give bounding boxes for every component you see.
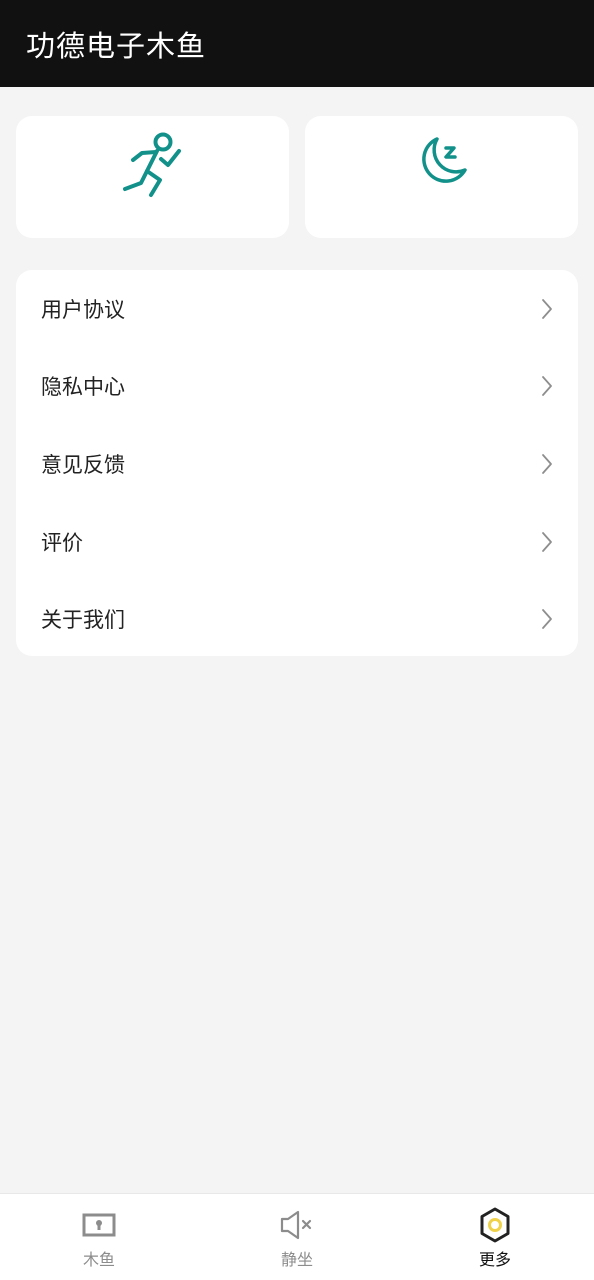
tab-label: 静坐 bbox=[280, 1250, 313, 1269]
speaker-mute-icon bbox=[280, 1210, 312, 1240]
menu-item-label: 用户协议 bbox=[41, 297, 125, 322]
tab-meditation[interactable]: 静坐 bbox=[198, 1194, 396, 1280]
menu-item-rate[interactable]: 评价 bbox=[16, 503, 578, 581]
menu-item-user-agreement[interactable]: 用户协议 bbox=[16, 270, 578, 348]
menu-item-label: 隐私中心 bbox=[41, 375, 125, 400]
settings-menu: 用户协议 隐私中心 意见反馈 评价 关于我们 bbox=[16, 270, 578, 656]
menu-item-label: 意见反馈 bbox=[41, 452, 125, 477]
menu-item-privacy-center[interactable]: 隐私中心 bbox=[16, 348, 578, 426]
page-title: 功德电子木鱼 bbox=[26, 28, 207, 63]
tab-more[interactable]: 更多 bbox=[396, 1194, 594, 1280]
chevron-right-icon bbox=[542, 531, 552, 552]
chevron-right-icon bbox=[542, 376, 552, 397]
menu-item-feedback[interactable]: 意见反馈 bbox=[16, 425, 578, 503]
sleep-moon-icon bbox=[421, 137, 467, 183]
chevron-right-icon bbox=[542, 298, 552, 319]
running-mode-card[interactable] bbox=[16, 116, 289, 238]
hexagon-more-icon bbox=[480, 1207, 510, 1243]
chevron-right-icon bbox=[542, 609, 552, 630]
menu-item-label: 评价 bbox=[41, 530, 83, 555]
chevron-right-icon bbox=[542, 454, 552, 474]
tab-label: 更多 bbox=[478, 1250, 511, 1269]
menu-item-about-us[interactable]: 关于我们 bbox=[16, 580, 578, 656]
running-person-icon bbox=[122, 132, 181, 197]
wooden-fish-icon bbox=[82, 1213, 116, 1237]
app-bar: 功德电子木鱼 bbox=[0, 0, 594, 87]
sleep-mode-card[interactable] bbox=[305, 116, 578, 238]
tab-label: 木鱼 bbox=[82, 1250, 115, 1269]
bottom-tab-bar: 木鱼 静坐 更多 bbox=[0, 1193, 594, 1280]
menu-item-label: 关于我们 bbox=[41, 608, 125, 633]
tab-wooden-fish[interactable]: 木鱼 bbox=[0, 1194, 198, 1280]
